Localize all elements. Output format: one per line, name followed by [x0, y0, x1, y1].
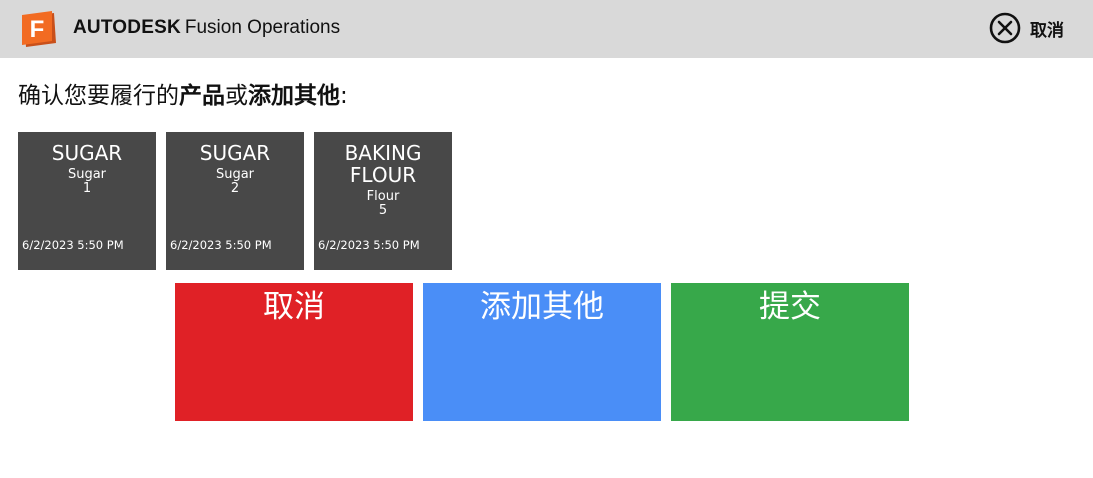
prompt-colon: : — [340, 83, 348, 109]
add-other-button-label: 添加其他 — [480, 289, 604, 325]
brand-product: Fusion Operations — [184, 17, 341, 38]
prompt-text-1: 确认您要履行的 — [18, 83, 179, 109]
header-cancel-label: 取消 — [1030, 20, 1064, 41]
prompt-bold-add-other: 添加其他 — [248, 83, 340, 109]
product-name: SUGAR — [199, 141, 271, 165]
brand-company: AUTODESK — [73, 17, 181, 38]
product-material: Sugar — [215, 167, 255, 182]
app-header: F AUTODESK Fusion Operations 取消 — [0, 0, 1093, 58]
product-material: Flour — [366, 189, 400, 204]
page-prompt: 确认您要履行的产品或添加其他: — [18, 81, 348, 111]
fusion-logo-icon: F — [20, 11, 60, 51]
product-timestamp: 6/2/2023 5:50 PM — [170, 238, 272, 252]
product-tile[interactable]: SUGAR Sugar 1 6/2/2023 5:50 PM — [18, 132, 156, 270]
product-tile[interactable]: SUGAR Sugar 2 6/2/2023 5:50 PM — [166, 132, 304, 270]
product-material: Sugar — [67, 167, 107, 182]
submit-button-label: 提交 — [759, 289, 821, 325]
product-quantity: 5 — [378, 203, 388, 218]
prompt-bold-products: 产品 — [179, 83, 225, 109]
product-name: SUGAR — [51, 141, 123, 165]
prompt-text-2: 或 — [225, 83, 248, 109]
product-timestamp: 6/2/2023 5:50 PM — [22, 238, 124, 252]
product-timestamp: 6/2/2023 5:50 PM — [318, 238, 420, 252]
svg-text:F: F — [30, 16, 45, 43]
cancel-button-label: 取消 — [263, 289, 325, 325]
product-tile[interactable]: BAKING FLOUR Flour 5 6/2/2023 5:50 PM — [314, 132, 452, 270]
brand-title: AUTODESK Fusion Operations — [73, 15, 340, 40]
header-cancel-button[interactable]: 取消 — [988, 11, 1064, 45]
product-quantity: 2 — [230, 181, 240, 196]
submit-button[interactable]: 提交 — [671, 283, 909, 421]
product-quantity: 1 — [82, 181, 92, 196]
close-circle-icon — [989, 12, 1021, 44]
add-other-button[interactable]: 添加其他 — [423, 283, 661, 421]
cancel-button[interactable]: 取消 — [175, 283, 413, 421]
product-name: BAKING FLOUR — [344, 141, 422, 187]
